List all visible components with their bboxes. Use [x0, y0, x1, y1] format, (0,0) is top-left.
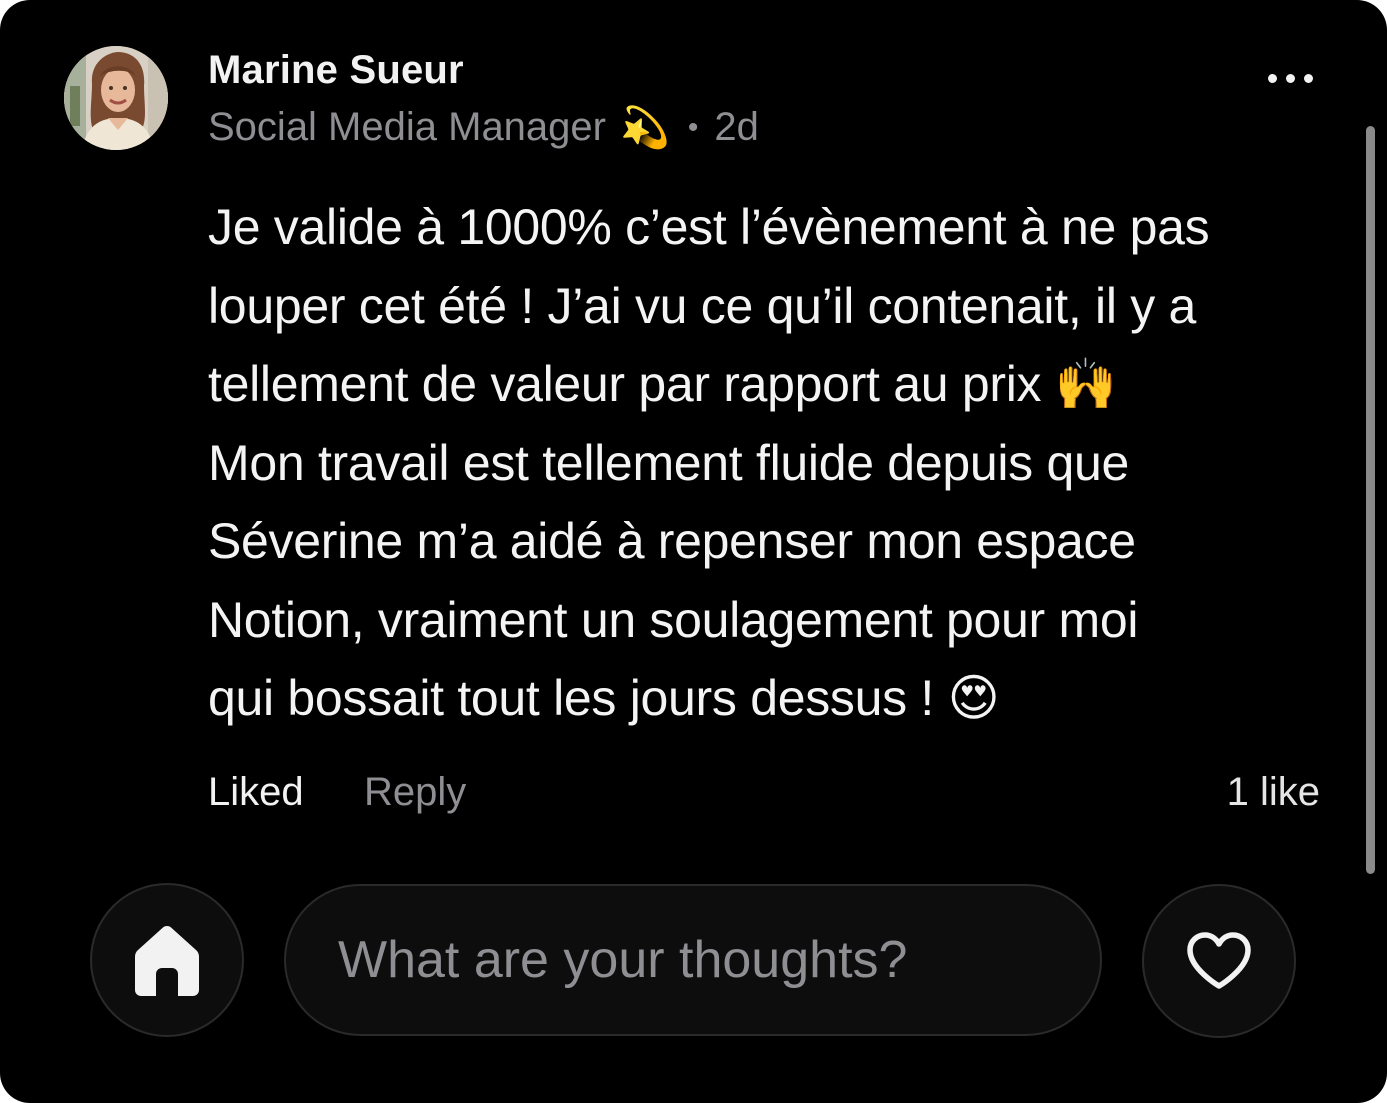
comment-age: 2d: [714, 105, 759, 149]
heart-outline-icon: [1187, 932, 1251, 989]
author-name[interactable]: Marine Sueur: [208, 48, 464, 93]
reply-input-container[interactable]: [284, 884, 1102, 1036]
comment-line: louper cet été ! J’ai vu ce qu’il conten…: [208, 277, 1197, 334]
more-dot-icon: [1285, 73, 1295, 83]
scrollbar[interactable]: [1366, 126, 1375, 874]
home-button[interactable]: [90, 883, 244, 1037]
reply-button[interactable]: Reply: [364, 770, 466, 815]
comment-actions: Liked Reply 1 like: [208, 766, 1320, 822]
comment-line: Notion, vraiment un soulagement pour moi: [208, 591, 1139, 648]
comment-screen: Marine Sueur Social Media Manager 💫 • 2d…: [0, 0, 1387, 1103]
comment-line: Séverine m’a aidé à repenser mon espace: [208, 513, 1136, 569]
like-button[interactable]: [1142, 884, 1296, 1038]
meta-separator: •: [687, 110, 699, 144]
more-dot-icon: [1303, 73, 1313, 83]
comment-line: qui bossait tout les jours dessus ! 😍: [208, 670, 1000, 726]
author-meta: Social Media Manager 💫 • 2d: [208, 104, 759, 151]
reply-input[interactable]: [338, 930, 1100, 990]
author-title: Social Media Manager: [208, 105, 606, 149]
author-avatar[interactable]: [64, 46, 168, 150]
avatar-photo: [64, 46, 168, 150]
likes-count[interactable]: 1 like: [1227, 770, 1320, 815]
comment-text: Je valide à 1000% c’est l’évènement à ne…: [208, 188, 1348, 738]
comment-line: Mon travail est tellement fluide depuis …: [208, 434, 1129, 491]
more-options-button[interactable]: [1258, 62, 1322, 94]
comment-line: Je valide à 1000% c’est l’évènement à ne…: [208, 199, 1210, 255]
comment-line: tellement de valeur par rapport au prix …: [208, 356, 1117, 412]
more-dot-icon: [1267, 73, 1277, 83]
dizzy-emoji: 💫: [620, 106, 670, 150]
home-icon: [135, 926, 199, 996]
liked-button[interactable]: Liked: [208, 770, 304, 815]
